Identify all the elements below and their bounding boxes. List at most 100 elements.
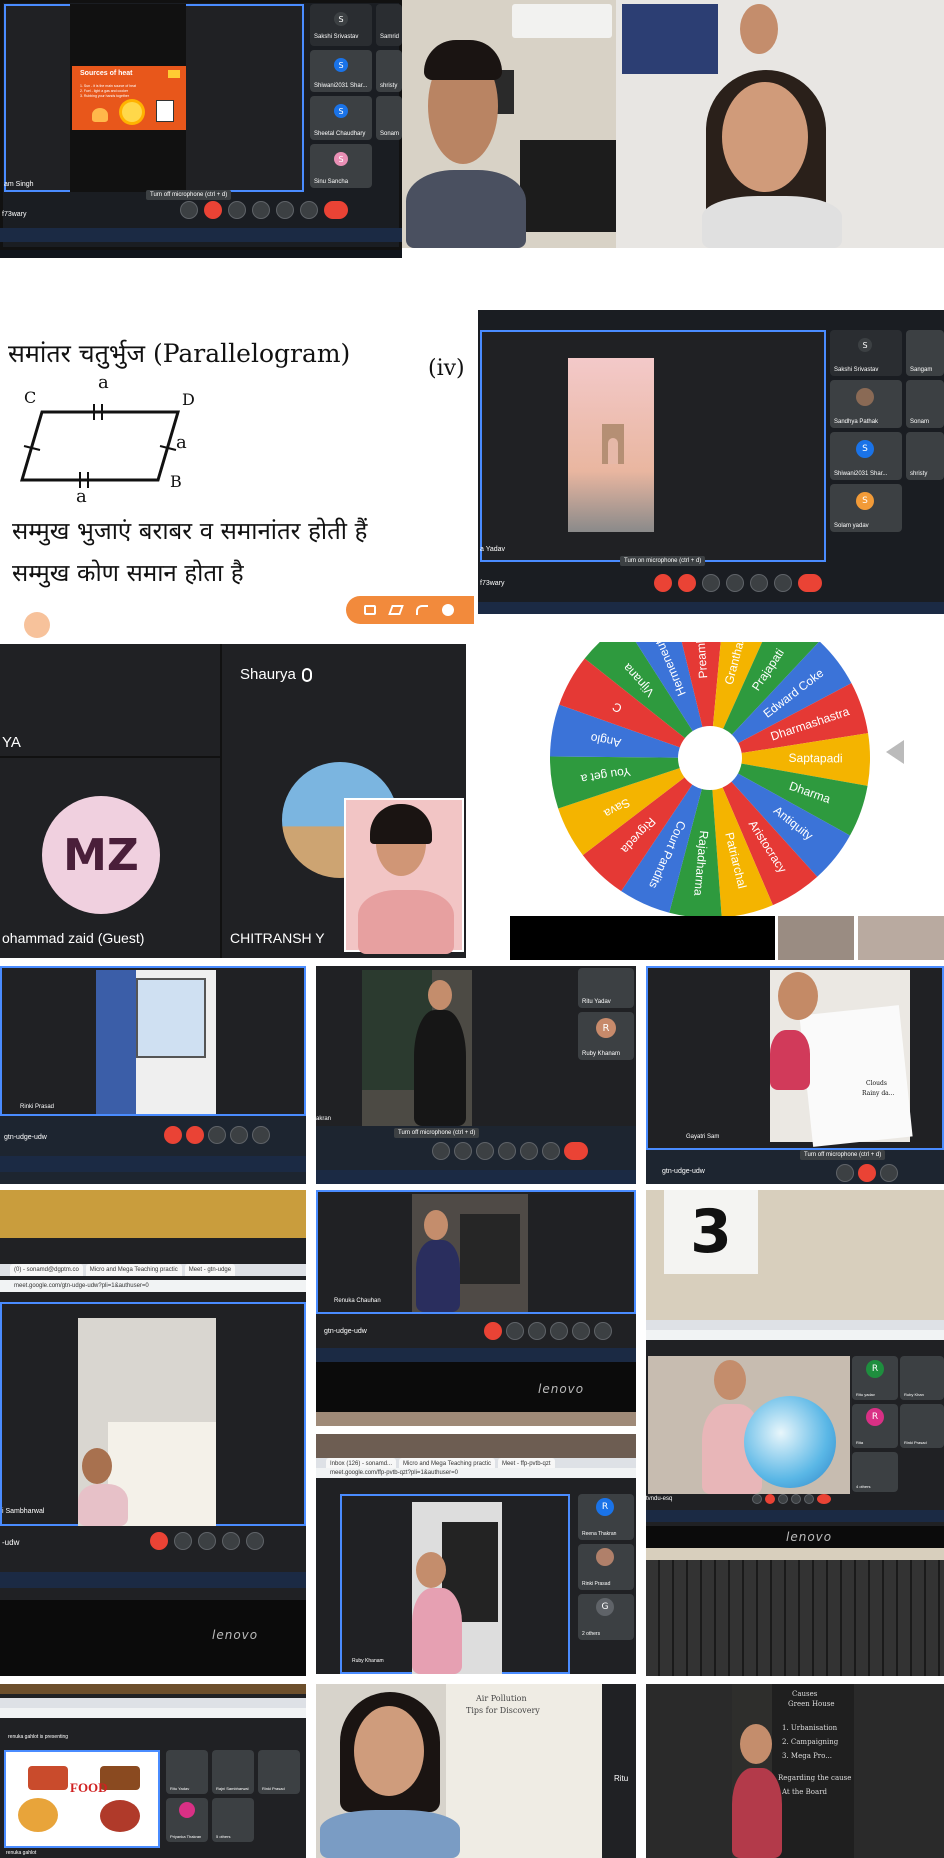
camera-button[interactable]	[858, 1164, 876, 1182]
mic-button[interactable]	[432, 1142, 450, 1160]
raise-hand-button[interactable]	[498, 1142, 516, 1160]
raise-hand-button[interactable]	[791, 1494, 801, 1504]
captions-button[interactable]	[476, 1142, 494, 1160]
captions-button[interactable]	[528, 1322, 546, 1340]
present-button[interactable]	[520, 1142, 538, 1160]
camera-button[interactable]	[174, 1532, 192, 1550]
eraser-tool-icon[interactable]	[388, 605, 404, 615]
camera-button[interactable]	[204, 201, 222, 219]
raise-hand-button[interactable]	[726, 574, 744, 592]
leave-call-button[interactable]	[817, 1494, 831, 1504]
mic-button[interactable]	[150, 1532, 168, 1550]
captions-button[interactable]	[880, 1164, 898, 1182]
video-thumb-1	[778, 916, 854, 960]
participant-tile[interactable]: Sangam	[906, 330, 944, 376]
participant-tile[interactable]: Sonam	[376, 96, 402, 140]
more-options-button[interactable]	[542, 1142, 560, 1160]
participant-tile[interactable]: S Sinu Sancha	[310, 144, 372, 188]
mic-button[interactable]	[836, 1164, 854, 1182]
participant-tile[interactable]: S Solam yadav	[830, 484, 902, 532]
captions-button[interactable]	[702, 574, 720, 592]
participant-tile[interactable]: Rinki Prasad	[258, 1750, 300, 1794]
participant-tile[interactable]: 5 others	[212, 1798, 254, 1842]
present-button[interactable]	[572, 1322, 590, 1340]
participant-tile[interactable]: R Ruby Khanam	[578, 1012, 634, 1060]
raise-hand-button[interactable]	[252, 201, 270, 219]
undo-tool-icon[interactable]	[416, 605, 428, 615]
participant-tile[interactable]: shristy	[376, 50, 402, 92]
present-button[interactable]	[804, 1494, 814, 1504]
mic-button[interactable]	[164, 1126, 182, 1144]
wheel-center[interactable]	[678, 726, 742, 790]
participant-tile[interactable]: R Rita	[852, 1404, 898, 1448]
participant-tile[interactable]: Sonam	[906, 380, 944, 428]
participant-tile[interactable]: Rinki Prasad	[900, 1404, 944, 1448]
participant-tile[interactable]: S Shiwani2031 Shar...	[310, 50, 372, 92]
camera-button[interactable]	[765, 1494, 775, 1504]
raise-hand-button[interactable]	[230, 1126, 248, 1144]
presentation-slide: Sources of heat 1. Sun - it is the main …	[70, 4, 186, 192]
raise-hand-button[interactable]	[222, 1532, 240, 1550]
collage-cell-teacher-green-house: Causes Green House 1. Urbanisation 2. Ca…	[646, 1684, 944, 1858]
browser-tab[interactable]: Micro and Mega Teaching practic	[85, 1264, 182, 1276]
participant-tile[interactable]: Rinki Prasad	[578, 1544, 634, 1590]
captions-button[interactable]	[198, 1532, 216, 1550]
camera-button[interactable]	[506, 1322, 524, 1340]
leave-call-button[interactable]	[798, 574, 822, 592]
palette-tool-icon[interactable]	[442, 604, 454, 616]
browser-tab[interactable]: (0) - sonamd@dgptm.co	[10, 1264, 83, 1276]
participant-name: Ritu Yadav	[582, 999, 611, 1005]
camera-button[interactable]	[454, 1142, 472, 1160]
present-button[interactable]	[252, 1126, 270, 1144]
captions-button[interactable]	[228, 201, 246, 219]
participant-tile[interactable]: Ruby Khan	[900, 1356, 944, 1400]
mic-button[interactable]	[654, 574, 672, 592]
more-options-button[interactable]	[300, 201, 318, 219]
spin-wheel[interactable]: VijnanaHermeneutics Preamble GranthastaPra…	[510, 642, 944, 960]
participant-tile[interactable]: S Sakshi Srivastav	[310, 4, 372, 46]
browser-tab[interactable]: Inbox (126) - sonamd...	[326, 1458, 397, 1468]
floating-bubble[interactable]	[24, 612, 50, 638]
participant-tile[interactable]: Ritu Yadav	[578, 968, 634, 1008]
head	[354, 1706, 424, 1796]
captions-button[interactable]	[778, 1494, 788, 1504]
browser-tab[interactable]: Meet - gtn-udge	[184, 1264, 236, 1276]
participant-tile[interactable]: G 2 others	[578, 1594, 634, 1640]
participant-tile[interactable]: Samrid	[376, 4, 402, 46]
raise-hand-button[interactable]	[550, 1322, 568, 1340]
participant-tile[interactable]: Rajni Sambharwal	[212, 1750, 254, 1794]
participant-tile[interactable]: S Sakshi Srivastav	[830, 330, 902, 376]
camera-button[interactable]	[678, 574, 696, 592]
mic-button[interactable]	[484, 1322, 502, 1340]
leave-call-button[interactable]	[324, 201, 348, 219]
participant-tile[interactable]: S Sheetal Chaudhary	[310, 96, 372, 140]
more-options-button[interactable]	[774, 574, 792, 592]
browser-tab[interactable]: Micro and Mega Teaching practic	[399, 1458, 495, 1468]
participant-tile[interactable]: R Reena Thakran	[578, 1494, 634, 1540]
camera-button[interactable]	[186, 1126, 204, 1144]
address-bar[interactable]: meet.google.com/ffp-pvtb-qzt?pli=1&authu…	[316, 1468, 636, 1478]
participant-name: i Sambharwal	[2, 1508, 45, 1515]
participant-tile[interactable]: S Shiwani2031 Shar...	[830, 432, 902, 480]
address-bar[interactable]	[0, 1708, 306, 1718]
present-button[interactable]	[750, 574, 768, 592]
participant-tile[interactable]: Sandhya Pathak	[830, 380, 902, 428]
participant-tile[interactable]: shristy	[906, 432, 944, 480]
head	[740, 4, 778, 54]
participant-tile[interactable]: 4 others	[852, 1452, 898, 1492]
address-bar[interactable]	[646, 1330, 944, 1340]
present-button[interactable]	[276, 201, 294, 219]
mic-button[interactable]	[180, 201, 198, 219]
more-options-button[interactable]	[594, 1322, 612, 1340]
mic-button[interactable]	[752, 1494, 762, 1504]
participant-tile[interactable]: R Ritu yadav	[852, 1356, 898, 1400]
participant-tile[interactable]: Priyanka Thakran	[166, 1798, 208, 1842]
camera-tool-icon[interactable]	[364, 605, 376, 615]
board-text: Clouds	[866, 1080, 887, 1087]
participant-tile[interactable]: Ritu Yadav	[166, 1750, 208, 1794]
captions-button[interactable]	[208, 1126, 226, 1144]
address-bar[interactable]: meet.google.com/gtn-udge-udw?pli=1&authu…	[0, 1280, 306, 1292]
present-button[interactable]	[246, 1532, 264, 1550]
browser-tab[interactable]: Meet - ffp-pvtb-qzt	[497, 1458, 555, 1468]
leave-call-button[interactable]	[564, 1142, 588, 1160]
